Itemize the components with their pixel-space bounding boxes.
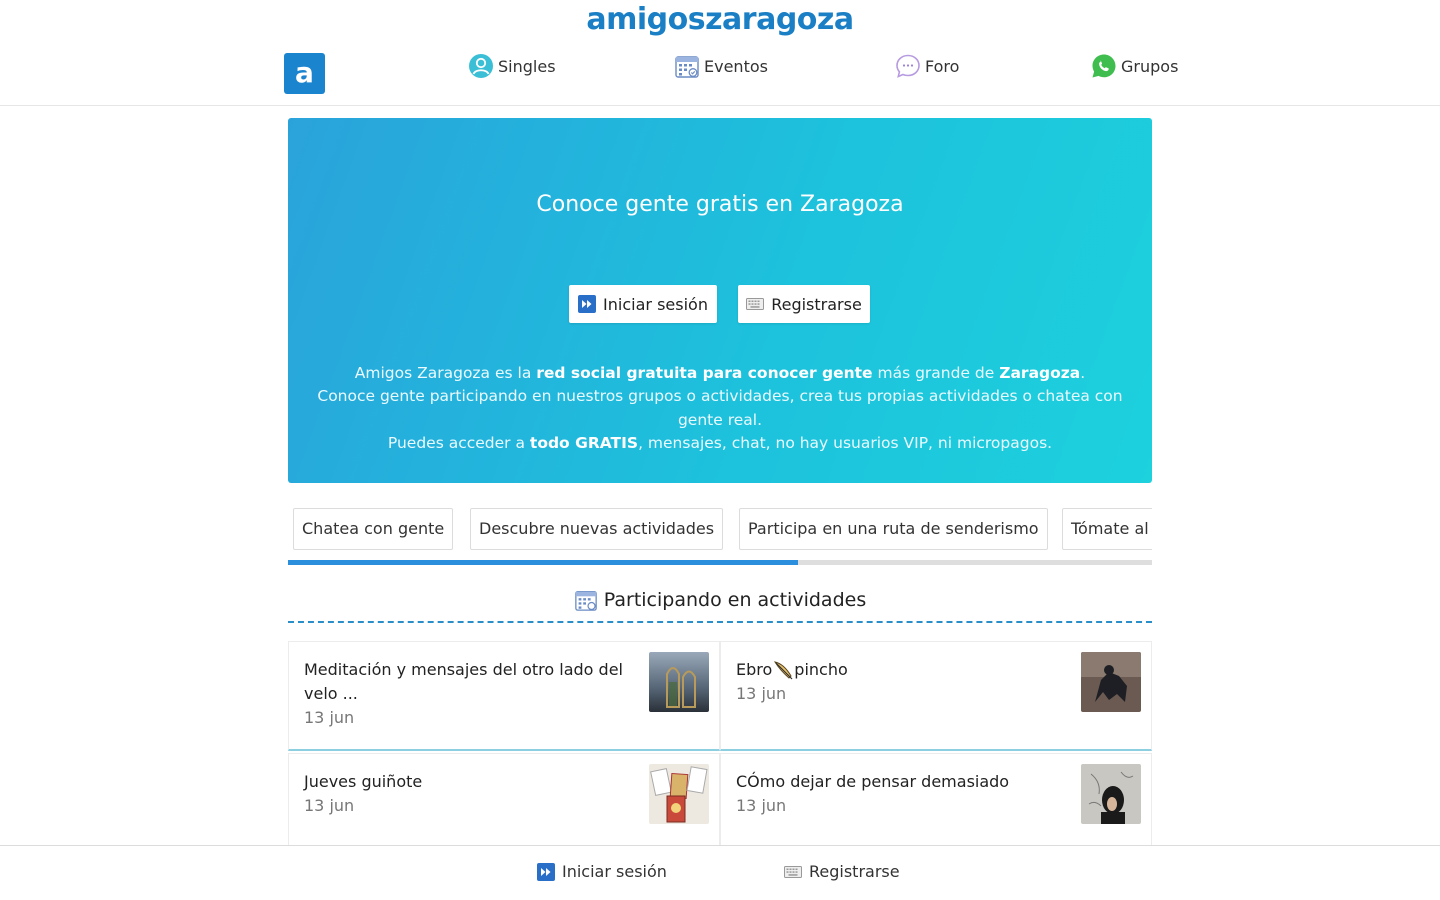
hero-register-label: Registrarse (771, 294, 862, 314)
section-divider (288, 621, 1152, 623)
keyboard-icon (746, 298, 765, 310)
activity-title-text: Meditación y mensajes del otro lado del … (304, 660, 623, 703)
hero-description: Amigos Zaragoza es la red social gratuit… (288, 362, 1152, 456)
nav-eventos[interactable]: Eventos (674, 52, 768, 80)
bottom-login-label: Iniciar sesión (562, 862, 667, 881)
hero-line-1: Amigos Zaragoza es la red social gratuit… (288, 362, 1152, 385)
hero-line-3: Puedes acceder a todo GRATIS, mensajes, … (288, 432, 1152, 455)
section-heading: Participando en actividades (288, 588, 1152, 612)
activity-thumbnail (1081, 652, 1141, 712)
hero-line-1-a: Amigos Zaragoza es la (354, 364, 537, 382)
hero-banner: Conoce gente gratis en Zaragoza Iniciar … (288, 118, 1152, 483)
nav-grupos[interactable]: Grupos (1091, 52, 1178, 80)
activity-date: 13 jun (736, 796, 787, 815)
calendar-icon (675, 56, 699, 78)
activity-date: 13 jun (304, 708, 355, 727)
activity-title: CÓmo dejar de pensar demasiado 13 jun (736, 770, 1066, 818)
hero-line-1-city: Zaragoza (999, 364, 1081, 382)
whatsapp-icon (1092, 54, 1116, 78)
activity-title-text: Ebro (736, 660, 773, 679)
nav-singles[interactable]: Singles (468, 52, 556, 80)
nav-grupos-label: Grupos (1121, 56, 1179, 76)
hero-line-2: Conoce gente participando en nuestros gr… (317, 387, 1123, 429)
brand-wordmark[interactable]: amigoszaragoza (0, 2, 1440, 37)
hero-title: Conoce gente gratis en Zaragoza (536, 192, 904, 217)
hero-line-3-bold: todo GRATIS (529, 434, 639, 453)
tag-tomate[interactable]: Tómate al (1062, 508, 1152, 550)
keyboard-icon (784, 865, 802, 878)
bottom-login-button[interactable]: Iniciar sesión (537, 862, 667, 881)
hero-line-3-c: , mensajes, chat, no hay usuarios VIP, n… (638, 434, 1053, 453)
activity-thumbnail (649, 764, 709, 824)
hero-login-button[interactable]: Iniciar sesión (569, 285, 717, 323)
site-header: amigoszaragoza a Singles Eventos Foro Gr… (0, 0, 1440, 106)
activity-title-text: Jueves guiñote (304, 772, 423, 791)
activity-title-line: Ebro pincho (736, 658, 1066, 682)
nav-foro-label: Foro (925, 56, 960, 76)
nav-eventos-label: Eventos (704, 56, 768, 76)
activity-card[interactable]: Meditación y mensajes del otro lado del … (288, 641, 720, 751)
feather-icon (774, 661, 793, 680)
hero-login-label: Iniciar sesión (603, 294, 708, 314)
hero-register-button[interactable]: Registrarse (738, 285, 870, 323)
carousel-progress-fill (288, 560, 798, 565)
fast-forward-icon (537, 862, 555, 881)
activity-title: Ebro pincho 13 jun (736, 658, 1066, 706)
tag-chatea[interactable]: Chatea con gente (293, 508, 454, 550)
bottom-auth-bar: Iniciar sesión Registrarse (0, 845, 1440, 900)
activity-title-text: CÓmo dejar de pensar demasiado (736, 772, 1010, 791)
hero-line-1-c: más grande de (872, 364, 1000, 382)
carousel-progress-track (288, 560, 1152, 565)
activity-card[interactable]: Jueves guiñote 13 jun (288, 753, 720, 853)
activity-date: 13 jun (736, 684, 787, 703)
activity-date: 13 jun (304, 796, 355, 815)
fast-forward-icon (578, 295, 597, 313)
bottom-register-button[interactable]: Registrarse (784, 862, 900, 881)
logo-icon[interactable]: a (284, 53, 325, 94)
tag-participa[interactable]: Participa en una ruta de senderismo (739, 508, 1048, 550)
section-title: Participando en actividades (603, 589, 867, 611)
activity-card[interactable]: CÓmo dejar de pensar demasiado 13 jun (720, 753, 1152, 853)
activity-title: Jueves guiñote 13 jun (304, 770, 634, 818)
user-circle-icon (469, 54, 493, 78)
activity-thumbnail (1081, 764, 1141, 824)
activity-thumbnail (649, 652, 709, 712)
activity-card[interactable]: Ebro pincho 13 jun (720, 641, 1152, 751)
calendar-icon (574, 591, 597, 611)
activity-title: Meditación y mensajes del otro lado del … (304, 658, 634, 730)
nav-singles-label: Singles (498, 56, 556, 76)
feature-carousel[interactable]: Chatea con gente Descubre nuevas activid… (288, 508, 1152, 550)
hero-line-3-a: Puedes acceder a (387, 434, 530, 453)
hero-line-1-end: . (1080, 364, 1086, 382)
activity-title-text-after: pincho (794, 660, 848, 679)
nav-foro[interactable]: Foro (895, 52, 959, 80)
hero-line-1-bold: red social gratuita para conocer gente (536, 364, 873, 382)
bottom-register-label: Registrarse (809, 862, 900, 881)
chat-bubble-icon (896, 54, 920, 78)
tag-descubre[interactable]: Descubre nuevas actividades (470, 508, 724, 550)
